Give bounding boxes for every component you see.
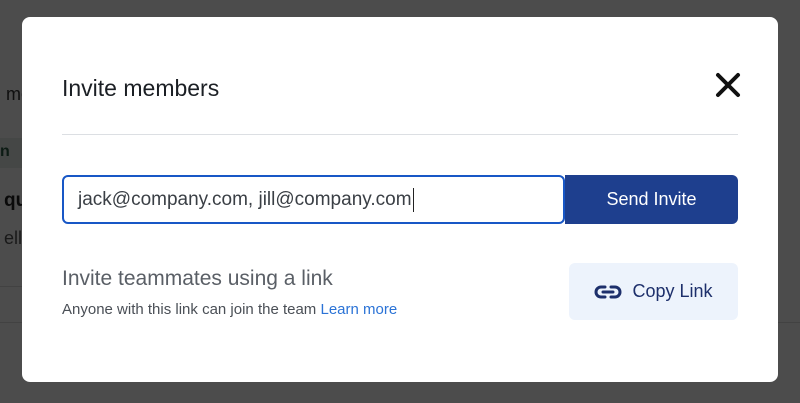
invite-link-description-text: Anyone with this link can join the team bbox=[62, 301, 317, 318]
email-input[interactable]: jack@company.com, jill@company.com bbox=[62, 175, 565, 224]
modal-title: Invite members bbox=[62, 75, 220, 101]
text-caret bbox=[412, 187, 415, 212]
invite-link-heading: Invite teammates using a link bbox=[62, 267, 333, 290]
header-divider bbox=[62, 134, 738, 135]
link-icon bbox=[595, 285, 622, 298]
copy-link-button[interactable]: Copy Link bbox=[569, 263, 738, 320]
close-button[interactable] bbox=[712, 69, 744, 101]
send-invite-button[interactable]: Send Invite bbox=[565, 175, 738, 224]
invite-members-modal: Invite members jack@company.com, jill@co… bbox=[22, 17, 778, 382]
close-icon bbox=[716, 73, 740, 97]
email-input-value: jack@company.com, jill@company.com bbox=[78, 188, 412, 210]
learn-more-link[interactable]: Learn more bbox=[320, 301, 397, 318]
copy-link-label: Copy Link bbox=[632, 281, 713, 301]
invite-link-description: Anyone with this link can join the team … bbox=[62, 301, 397, 318]
